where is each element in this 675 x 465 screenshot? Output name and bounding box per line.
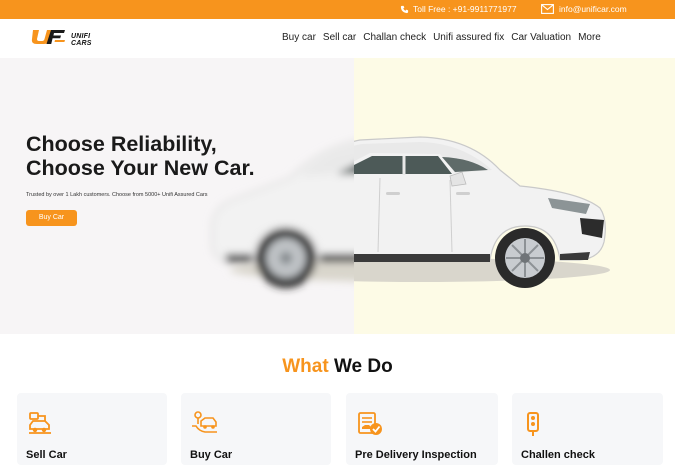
nav-sell-car[interactable]: Sell car: [323, 32, 356, 43]
buy-car-icon: [191, 411, 219, 440]
nav-unifi-assured-fix[interactable]: Unifi assured fix: [433, 32, 504, 43]
service-label-challan-check: Challen check: [521, 449, 595, 461]
logo-text: UNIFI CARS: [71, 32, 92, 47]
main-nav: Buy car Sell car Challan check Unifi ass…: [282, 32, 601, 43]
service-card-challan-check[interactable]: Challen check: [512, 393, 663, 465]
service-card-pre-delivery-inspection[interactable]: Pre Delivery Inspection: [346, 393, 498, 465]
hero-subtitle: Trusted by over 1 Lakh customers. Choose…: [26, 192, 208, 198]
email-text: info@unificar.com: [559, 4, 627, 14]
challan-icon: [522, 411, 544, 442]
service-card-sell-car[interactable]: Sell Car: [17, 393, 167, 465]
hero-title: Choose Reliability, Choose Your New Car.: [26, 132, 255, 180]
toll-free-text: Toll Free : +91-9911771977: [413, 4, 517, 14]
unifi-cars-logo[interactable]: UNIFI CARS: [31, 29, 92, 50]
mail-icon: [541, 4, 554, 14]
inspection-icon: [356, 411, 384, 442]
sell-car-icon: [27, 411, 53, 440]
service-label-buy-car: Buy Car: [190, 449, 233, 461]
phone-icon: [400, 5, 409, 14]
nav-more[interactable]: More: [578, 32, 601, 43]
service-label-pre-delivery-inspection: Pre Delivery Inspection: [355, 449, 477, 461]
site-header: UNIFI CARS Buy car Sell car Challan chec…: [0, 19, 675, 58]
service-card-buy-car[interactable]: Buy Car: [181, 393, 331, 465]
hero-banner: Choose Reliability, Choose Your New Car.…: [0, 58, 675, 334]
toll-free-link[interactable]: Toll Free : +91-9911771977: [400, 4, 517, 14]
nav-buy-car[interactable]: Buy car: [282, 32, 316, 43]
nav-challan-check[interactable]: Challan check: [363, 32, 426, 43]
nav-car-valuation[interactable]: Car Valuation: [511, 32, 571, 43]
logo-mark-icon: [31, 29, 67, 50]
service-label-sell-car: Sell Car: [26, 449, 67, 461]
what-we-do-heading: What We Do: [282, 356, 393, 377]
buy-car-button[interactable]: Buy Car: [26, 210, 77, 226]
top-contact-bar: Toll Free : +91-9911771977 info@unificar…: [0, 0, 675, 19]
email-link[interactable]: info@unificar.com: [541, 4, 627, 14]
